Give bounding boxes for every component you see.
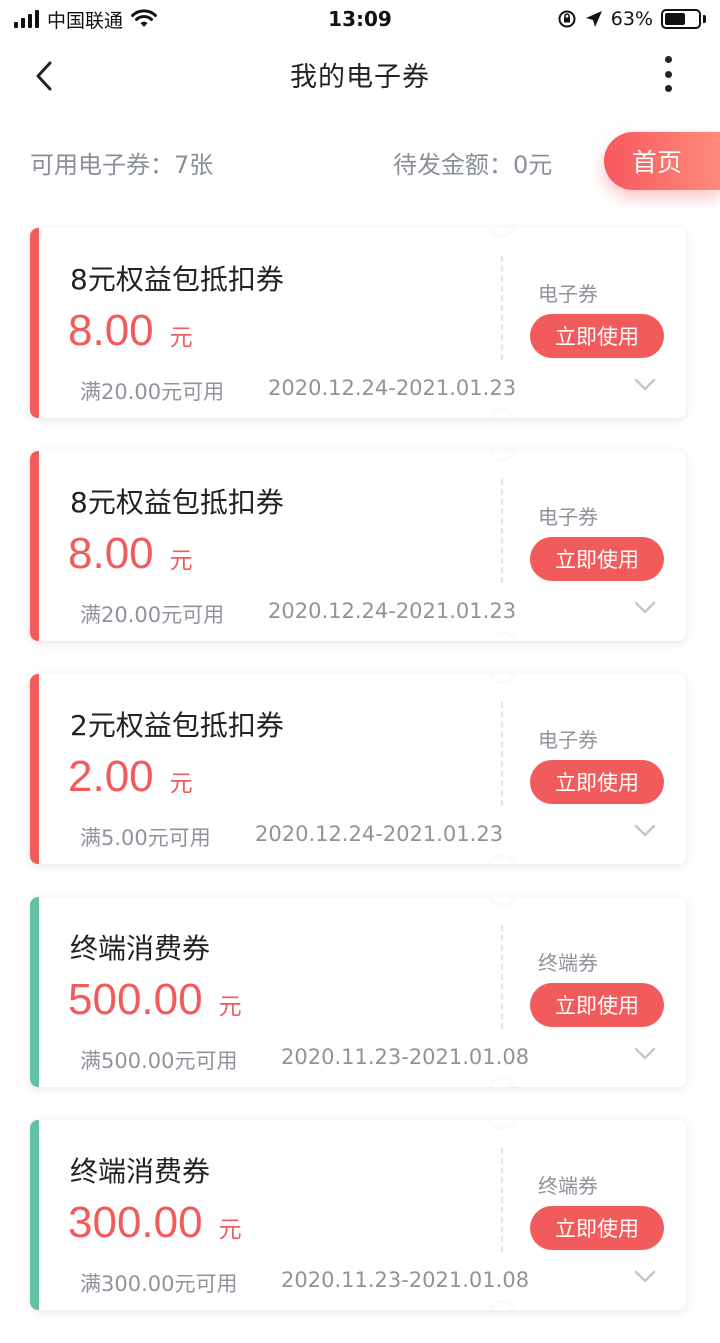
coupon-divider [501,1148,503,1252]
battery-percent: 63% [610,8,653,30]
coupon-notch [488,674,516,684]
coupon-amount: 8.00 [68,306,154,355]
status-bar: 中国联通 13:09 63% [0,0,720,38]
available-count: 可用电子券：7张 [30,150,214,179]
coupon-color-bar [30,228,39,418]
coupon-list: 8元权益包抵扣券 8.00 元 满20.00元可用 2020.12.24-202… [30,228,686,1343]
coupon-amount-group: 8.00 元 [68,306,193,356]
coupon-amount-group: 500.00 元 [68,975,242,1025]
coupon-notch [488,451,516,461]
coupon-amount-group: 8.00 元 [68,529,193,579]
coupon-color-bar [30,451,39,641]
coupon-amount: 300.00 [68,1198,203,1247]
battery-icon [661,9,706,29]
coupon-name: 2元权益包抵扣券 [70,709,284,742]
coupon-divider [501,702,503,806]
coupon-date: 2020.11.23-2021.01.08 [281,1045,530,1069]
status-left: 中国联通 [14,6,158,33]
coupon-unit: 元 [169,325,193,351]
coupon-notch [488,1120,516,1130]
chevron-down-icon[interactable] [634,824,656,838]
coupon-date: 2020.12.24-2021.01.23 [268,376,517,400]
coupon-type: 电子券 [538,728,598,752]
pending-amount: 待发金额：0元 [393,150,553,179]
coupon-unit: 元 [169,548,193,574]
coupon-amount: 8.00 [68,529,154,578]
coupon-condition: 满20.00元可用 [80,603,225,627]
coupon-card-4[interactable]: 终端消费券 500.00 元 满500.00元可用 2020.11.23-202… [30,897,686,1087]
coupon-type: 终端券 [538,1174,598,1198]
chevron-down-icon[interactable] [634,378,656,392]
more-button[interactable] [656,54,680,94]
coupon-unit: 元 [169,771,193,797]
coupon-notch [488,854,516,864]
coupon-amount: 500.00 [68,975,203,1024]
orientation-lock-icon [558,10,576,28]
coupon-card-2[interactable]: 8元权益包抵扣券 8.00 元 满20.00元可用 2020.12.24-202… [30,451,686,641]
coupon-type: 电子券 [538,505,598,529]
coupon-color-bar [30,1120,39,1310]
coupon-name: 8元权益包抵扣券 [70,263,284,296]
coupon-condition: 满20.00元可用 [80,380,225,404]
coupon-name: 终端消费券 [70,932,211,965]
coupon-condition: 满500.00元可用 [80,1049,238,1073]
coupon-name: 终端消费券 [70,1155,211,1188]
use-now-button[interactable]: 立即使用 [530,983,664,1027]
coupon-divider [501,256,503,360]
coupon-date: 2020.12.24-2021.01.23 [268,599,517,623]
coupon-name: 8元权益包抵扣券 [70,486,284,519]
coupon-condition: 满300.00元可用 [80,1272,238,1296]
coupon-unit: 元 [218,1217,242,1243]
coupon-divider [501,925,503,1029]
coupon-amount-group: 2.00 元 [68,752,193,802]
coupon-notch [488,228,516,238]
location-icon [585,11,602,27]
use-now-button[interactable]: 立即使用 [530,1206,664,1250]
signal-icon [14,10,39,28]
coupon-card-5[interactable]: 终端消费券 300.00 元 满300.00元可用 2020.11.23-202… [30,1120,686,1310]
coupon-divider [501,479,503,583]
back-button[interactable] [24,56,64,96]
coupon-type: 终端券 [538,951,598,975]
chevron-down-icon[interactable] [634,601,656,615]
coupon-notch [488,631,516,641]
coupon-amount: 2.00 [68,752,154,801]
home-button[interactable]: 首页 [604,132,720,190]
coupon-date: 2020.11.23-2021.01.08 [281,1268,530,1292]
coupon-notch [488,1077,516,1087]
coupon-notch [488,897,516,907]
coupon-color-bar [30,674,39,864]
use-now-button[interactable]: 立即使用 [530,537,664,581]
carrier-label: 中国联通 [47,9,124,32]
more-dots-icon [664,56,672,63]
coupon-date: 2020.12.24-2021.01.23 [255,822,504,846]
coupon-notch [488,408,516,418]
coupon-card-1[interactable]: 8元权益包抵扣券 8.00 元 满20.00元可用 2020.12.24-202… [30,228,686,418]
coupon-amount-group: 300.00 元 [68,1198,242,1248]
page-title: 我的电子券 [290,61,430,93]
coupon-type: 电子券 [538,282,598,306]
use-now-button[interactable]: 立即使用 [530,760,664,804]
nav-bar: 我的电子券 [0,38,720,110]
coupon-color-bar [30,897,39,1087]
coupon-unit: 元 [218,994,242,1020]
chevron-down-icon[interactable] [634,1047,656,1061]
status-right: 63% [557,8,706,30]
chevron-down-icon[interactable] [634,1270,656,1284]
wifi-icon [131,9,158,27]
chevron-left-icon [36,61,52,91]
coupon-condition: 满5.00元可用 [80,826,211,850]
use-now-button[interactable]: 立即使用 [530,314,664,358]
coupon-notch [488,1300,516,1310]
coupon-summary: 可用电子券：7张 待发金额：0元 首页 [0,130,720,194]
coupon-card-3[interactable]: 2元权益包抵扣券 2.00 元 满5.00元可用 2020.12.24-2021… [30,674,686,864]
